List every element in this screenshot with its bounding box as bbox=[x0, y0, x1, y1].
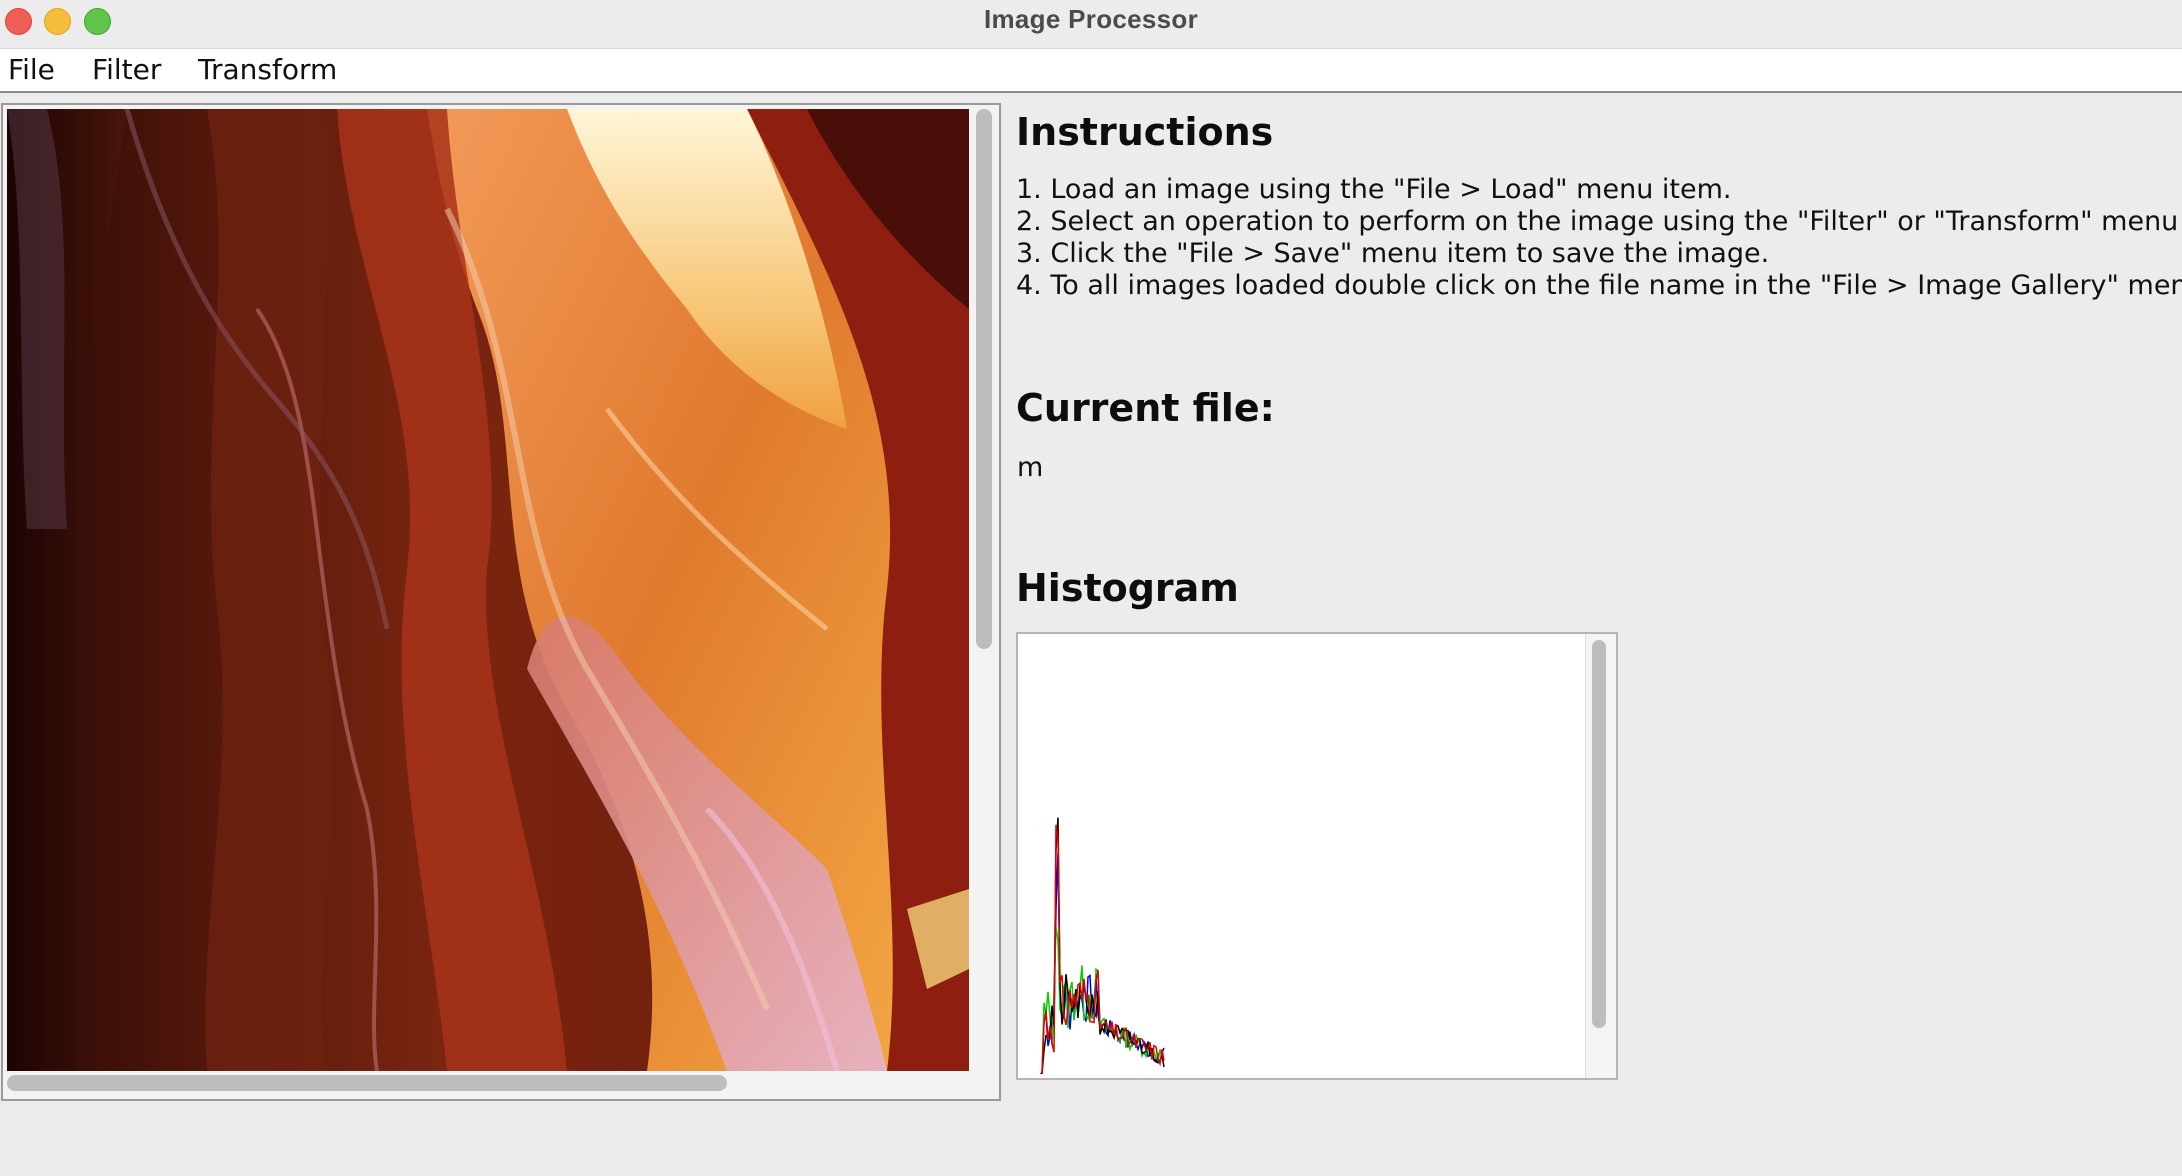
image-scroll-pane[interactable] bbox=[1, 103, 1001, 1101]
histogram-heading: Histogram bbox=[1016, 566, 1239, 610]
instructions-heading: Instructions bbox=[1016, 110, 1274, 154]
title-bar: Image Processor bbox=[0, 0, 2182, 49]
histogram-panel[interactable] bbox=[1016, 632, 1618, 1080]
instructions-list: 1. Load an image using the "File > Load"… bbox=[1016, 174, 2182, 302]
instruction-line: 3. Click the "File > Save" menu item to … bbox=[1016, 238, 1770, 269]
instruction-line: 2. Select an operation to perform on the… bbox=[1016, 206, 2182, 237]
current-file-heading: Current file: bbox=[1016, 386, 1275, 430]
menu-file[interactable]: File bbox=[8, 53, 55, 86]
menu-filter[interactable]: Filter bbox=[92, 53, 161, 86]
histogram-scrollbar-thumb[interactable] bbox=[1592, 640, 1606, 1028]
instruction-line: 4. To all images loaded double click on … bbox=[1016, 270, 2182, 301]
menu-transform[interactable]: Transform bbox=[198, 53, 337, 86]
image-vertical-scrollbar-thumb[interactable] bbox=[976, 109, 992, 649]
loaded-image bbox=[7, 109, 969, 1071]
image-horizontal-scrollbar-thumb[interactable] bbox=[7, 1075, 727, 1091]
current-file-name: m bbox=[1017, 452, 1044, 483]
window-title: Image Processor bbox=[983, 4, 1199, 34]
menu-bar: File Filter Transform bbox=[0, 49, 2182, 93]
canyon-photo-icon bbox=[7, 109, 969, 1071]
instruction-line: 1. Load an image using the "File > Load"… bbox=[1016, 174, 1732, 205]
histogram-plot bbox=[1040, 817, 1165, 1074]
